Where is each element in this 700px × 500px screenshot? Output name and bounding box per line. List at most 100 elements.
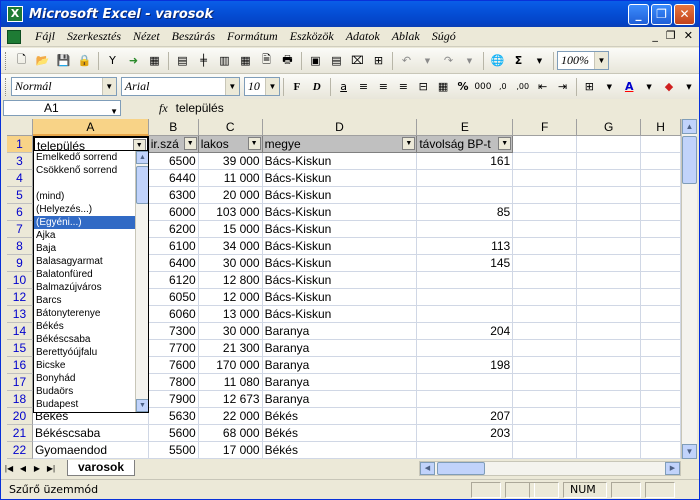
table-cell[interactable]: Bács-Kiskun	[262, 204, 418, 221]
table-cell[interactable]: 22 000	[198, 408, 263, 425]
dropdown-scroll-thumb[interactable]	[136, 166, 148, 204]
autosum-dropdown-icon[interactable]: ▼	[530, 51, 549, 70]
redo-dropdown-icon[interactable]: ▼	[460, 51, 479, 70]
table-cell[interactable]	[641, 408, 681, 425]
table-cell[interactable]: Békés	[262, 442, 418, 459]
excel-app-icon[interactable]: X	[7, 6, 23, 22]
scroll-left-icon[interactable]: ◀	[420, 462, 435, 475]
table-cell[interactable]: 5630	[148, 408, 199, 425]
table-cell[interactable]: 6200	[148, 221, 199, 238]
align-left-icon[interactable]: ≡	[355, 77, 373, 96]
decrease-decimal-icon[interactable]: ,00	[514, 77, 532, 96]
table-cell[interactable]	[577, 170, 642, 187]
table-cell[interactable]: 203	[417, 425, 514, 442]
column-header-e[interactable]: E	[417, 119, 514, 136]
menu-insert[interactable]: Beszúrás	[166, 29, 221, 44]
table-cell[interactable]: Bács-Kiskun	[262, 289, 418, 306]
table-cell[interactable]: 12 000	[198, 289, 263, 306]
table-cell[interactable]	[577, 340, 642, 357]
zoom-combo[interactable]: 100% ▼	[557, 51, 609, 70]
fill-color-icon[interactable]: ◆	[660, 77, 678, 96]
table-cell[interactable]: Baranya	[262, 340, 418, 357]
table-cell[interactable]: Baranya	[262, 357, 418, 374]
table-cell[interactable]	[641, 221, 681, 238]
sheet-tab-varosok[interactable]: varosok	[67, 460, 136, 476]
row-header[interactable]: 16	[7, 357, 33, 374]
table-cell[interactable]	[577, 255, 642, 272]
table-cell[interactable]	[417, 306, 514, 323]
table-cell[interactable]	[641, 374, 681, 391]
table-cell[interactable]: 7700	[148, 340, 199, 357]
table-cell[interactable]: 6060	[148, 306, 199, 323]
print-preview-icon[interactable]: 🗎	[257, 51, 276, 70]
table-cell[interactable]	[641, 204, 681, 221]
hscroll-thumb[interactable]	[437, 462, 485, 475]
filter-option[interactable]: (mind)	[34, 190, 136, 203]
table-cell[interactable]: 30 000	[198, 323, 263, 340]
table-cell[interactable]: Békéscsaba	[32, 425, 149, 442]
table-cell[interactable]	[417, 442, 514, 459]
font-combo[interactable]: Arial ▼	[120, 77, 240, 96]
toolbar-grip[interactable]	[5, 51, 8, 70]
header-cell-tavolsag[interactable]: távolság BP-t ▼	[417, 136, 514, 153]
filter-option[interactable]: Ajka	[34, 229, 136, 242]
table-cell[interactable]	[513, 340, 578, 357]
table-cell[interactable]: 15 000	[198, 221, 263, 238]
table-cell[interactable]: 5500	[148, 442, 199, 459]
first-sheet-icon[interactable]: |◀	[3, 464, 15, 473]
menu-tools[interactable]: Eszközök	[284, 29, 340, 44]
style-combo[interactable]: Normál ▼	[10, 77, 117, 96]
grid-icon[interactable]: ▤	[173, 51, 192, 70]
fill-color-dropdown-icon[interactable]: ▼	[680, 77, 698, 96]
zoom-dropdown-icon[interactable]: ▼	[594, 52, 608, 69]
table-cell[interactable]	[641, 187, 681, 204]
table-cell[interactable]	[513, 425, 578, 442]
table-cell[interactable]	[513, 408, 578, 425]
hyperlink-icon[interactable]: 🌐	[488, 51, 507, 70]
table-cell[interactable]: 207	[417, 408, 514, 425]
autosum-icon[interactable]: Σ	[509, 51, 528, 70]
autofilter-icon[interactable]: Y	[103, 51, 122, 70]
filter-option[interactable]: Bátonyterenye	[34, 307, 136, 320]
table-cell[interactable]	[577, 425, 642, 442]
vertical-scrollbar[interactable]: ▲ ▼	[681, 119, 697, 459]
table-cell[interactable]: 12 800	[198, 272, 263, 289]
table-cell[interactable]	[577, 408, 642, 425]
align-center-icon[interactable]: ≡	[374, 77, 392, 96]
table-cell[interactable]: Bács-Kiskun	[262, 170, 418, 187]
column-header-g[interactable]: G	[577, 119, 642, 136]
filter-option[interactable]: Bonyhád	[34, 372, 136, 385]
table-cell[interactable]	[513, 323, 578, 340]
align-right-icon[interactable]: ≡	[394, 77, 412, 96]
scroll-down-icon[interactable]: ▼	[682, 444, 697, 459]
menu-window[interactable]: Ablak	[386, 29, 426, 44]
table-cell[interactable]: Bács-Kiskun	[262, 306, 418, 323]
table-cell[interactable]	[641, 272, 681, 289]
header-cell-irszam[interactable]: ir.szá ▼	[148, 136, 199, 153]
table-cell[interactable]	[577, 238, 642, 255]
table-cell[interactable]: 204	[417, 323, 514, 340]
dropdown-scroll-up-icon[interactable]: ▲	[136, 151, 148, 164]
table-cell[interactable]: 39 000	[198, 153, 263, 170]
filter-option[interactable]: Balmazújváros	[34, 281, 136, 294]
table-cell[interactable]: 7900	[148, 391, 199, 408]
new-icon[interactable]: 🗋	[12, 51, 31, 70]
cell-f1[interactable]	[513, 136, 578, 153]
table-cell[interactable]: 198	[417, 357, 514, 374]
last-sheet-icon[interactable]: ▶|	[45, 464, 57, 473]
table-cell[interactable]: Bács-Kiskun	[262, 153, 418, 170]
table-cell[interactable]	[417, 272, 514, 289]
doc-minimize-button[interactable]: _	[652, 29, 658, 42]
filter-option[interactable]: (Egyéni...)	[34, 216, 136, 229]
pivot-icon[interactable]: ▦	[145, 51, 164, 70]
table-cell[interactable]	[641, 289, 681, 306]
table-cell[interactable]	[513, 374, 578, 391]
table-cell[interactable]	[513, 204, 578, 221]
table-cell[interactable]	[513, 272, 578, 289]
italic-icon[interactable]: D	[308, 77, 326, 96]
doc-restore-button[interactable]: ❐	[666, 29, 676, 42]
filter-option[interactable]: Bicske	[34, 359, 136, 372]
column-header-h[interactable]: H	[641, 119, 681, 136]
column-header-b[interactable]: B	[148, 119, 199, 136]
table-cell[interactable]	[641, 357, 681, 374]
